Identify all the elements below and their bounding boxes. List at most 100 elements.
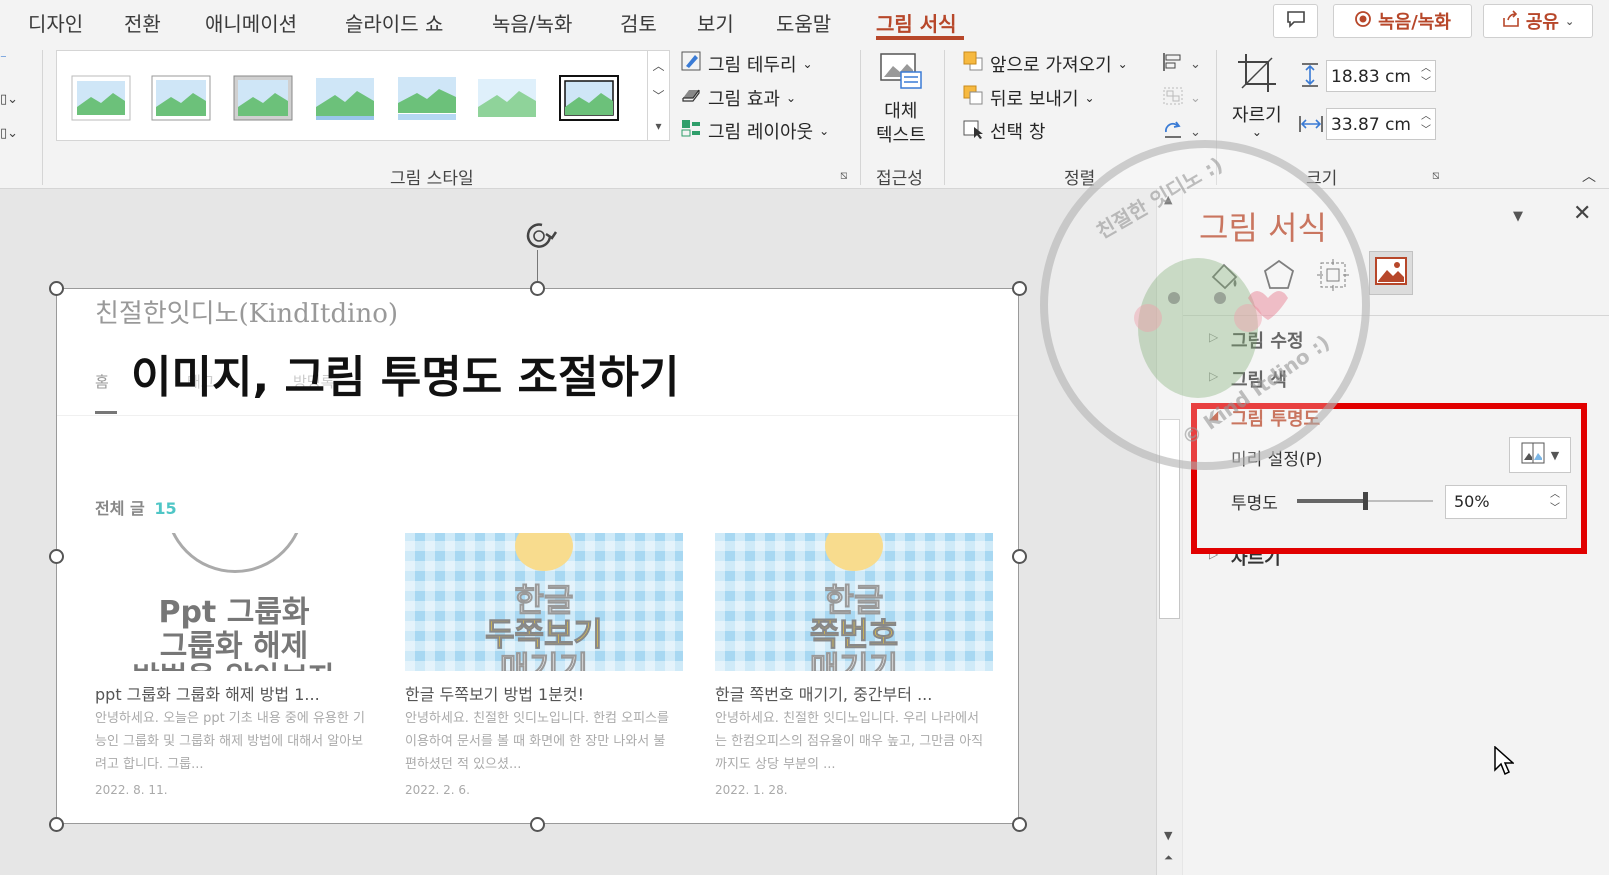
collapse-ribbon-icon[interactable]: ︿	[1582, 166, 1596, 186]
style-thumb-7[interactable]	[559, 75, 619, 121]
picture-effects-button[interactable]: 그림 효과 ⌄	[680, 84, 796, 111]
post-date: 2022. 1. 28.	[715, 783, 788, 797]
close-icon[interactable]: ✕	[1573, 201, 1591, 226]
chevron-down-icon[interactable]: ﹀	[648, 81, 669, 111]
post-title: 한글 두쪽보기 방법 1분컷!	[405, 685, 585, 704]
width-icon	[1298, 112, 1324, 140]
picture-layout-label: 그림 레이아웃	[708, 121, 814, 143]
comments-button[interactable]	[1273, 4, 1318, 38]
style-thumb-2[interactable]	[151, 75, 211, 121]
resize-handle-bottom[interactable]	[530, 817, 545, 832]
chevron-down-icon: ⌄	[1251, 125, 1262, 139]
picture-layout-button[interactable]: 그림 레이아웃 ⌄	[680, 117, 829, 144]
alt-text-label-line1: 대체	[884, 101, 918, 122]
resize-handle-top[interactable]	[530, 281, 545, 296]
gallery-scroll[interactable]: ︿ ﹀ ▾	[648, 50, 670, 141]
overlay-title: 이미지, 그림 투명도 조절하기	[131, 352, 680, 403]
picture-styles-gallery	[56, 50, 648, 141]
pen-icon	[680, 50, 702, 77]
dino-stamp	[165, 533, 305, 573]
width-spinner[interactable]: ︿ ﹀	[1421, 110, 1431, 138]
menu-bar: 디자인 전환 애니메이션 슬라이드 쇼 녹음/녹화 검토 보기 도움말 그림 서…	[0, 0, 1609, 44]
height-icon	[1298, 62, 1322, 92]
send-backward-button[interactable]: 뒤로 보내기 ⌄	[962, 84, 1095, 111]
ribbon-left-cutoff: ⁻	[0, 52, 7, 67]
group-separator	[860, 50, 861, 185]
share-icon	[1502, 9, 1520, 33]
menu-picture-format[interactable]: 그림 서식	[876, 8, 957, 37]
chevron-up-icon[interactable]: ︿	[648, 51, 669, 81]
nav-home-underline	[95, 411, 117, 414]
selection-pane-button[interactable]: 선택 창	[962, 117, 1045, 144]
menu-transitions[interactable]: 전환	[124, 8, 161, 37]
all-posts-heading: 전체 글 15	[95, 495, 177, 519]
group-separator	[42, 50, 43, 185]
chevron-down-icon: ⌄	[785, 90, 797, 105]
width-value: 33.87 cm	[1331, 115, 1411, 135]
resize-handle-bottom-right[interactable]	[1012, 817, 1027, 832]
blog-name: 친절한잇디노(KindItdino)	[95, 299, 399, 329]
align-button[interactable]: ⌄	[1162, 52, 1201, 76]
previous-slide-icon[interactable]: ⏶	[1164, 851, 1173, 865]
resize-handle-right[interactable]	[1012, 549, 1027, 564]
style-thumb-5[interactable]	[397, 75, 457, 121]
menu-animations[interactable]: 애니메이션	[205, 8, 297, 37]
alt-text-icon	[879, 52, 923, 95]
thumb-text-3: 매기기	[809, 649, 899, 672]
selection-pane-label: 선택 창	[990, 121, 1046, 143]
chick-face	[515, 533, 573, 571]
slide-divider	[57, 415, 1018, 416]
group-separator	[944, 50, 945, 185]
chevron-down-icon: ⌄	[819, 123, 830, 138]
post-title: 한글 쪽번호 매기기, 중간부터 ...	[715, 685, 933, 704]
menu-view[interactable]: 보기	[697, 8, 734, 37]
nav-home: 홈	[95, 373, 109, 391]
selection-pane-icon	[962, 117, 984, 144]
rotate-icon	[1162, 120, 1184, 144]
crop-button[interactable]: 자르기 ⌄	[1232, 52, 1282, 139]
chevron-down-icon: ⌄	[1564, 14, 1575, 28]
height-spinner[interactable]: ︿ ﹀	[1421, 62, 1431, 90]
resize-handle-bottom-left[interactable]	[49, 817, 64, 832]
post-thumbnail: 한글 쪽번호 매기기	[715, 533, 993, 671]
style-thumb-3[interactable]	[233, 75, 293, 121]
menu-record[interactable]: 녹음/녹화	[492, 8, 572, 37]
alt-text-button[interactable]: 대체 텍스트	[876, 52, 926, 147]
resize-handle-left[interactable]	[49, 549, 64, 564]
height-input[interactable]: 18.83 cm ︿ ﹀	[1326, 60, 1436, 92]
scroll-down-icon[interactable]: ▼	[1164, 829, 1172, 842]
picture-tab[interactable]	[1369, 251, 1413, 295]
bring-forward-button[interactable]: 앞으로 가져오기 ⌄	[962, 50, 1128, 77]
record-button[interactable]: 녹음/녹화	[1333, 4, 1472, 38]
dialog-launcher-icon[interactable]: ⧅	[1432, 168, 1440, 183]
style-thumb-6[interactable]	[477, 75, 537, 121]
share-button[interactable]: 공유 ⌄	[1483, 4, 1593, 38]
picture-border-button[interactable]: 그림 테두리 ⌄	[680, 50, 813, 77]
menu-design[interactable]: 디자인	[28, 8, 83, 37]
style-thumb-4[interactable]	[315, 75, 375, 121]
menu-slideshow[interactable]: 슬라이드 쇼	[345, 8, 443, 37]
selected-picture[interactable]: 친절한잇디노(KindItdino) 홈 태그 방명록 이미지, 그림 투명도 …	[56, 288, 1019, 824]
ribbon-left-cutoff-2: ▯⌄	[0, 92, 19, 107]
chick-face	[825, 533, 883, 571]
group-objects-button[interactable]: ⌄	[1162, 86, 1201, 110]
chevron-down-icon: ⌄	[1190, 56, 1201, 72]
style-thumb-1[interactable]	[71, 75, 131, 121]
pane-options-icon[interactable]: ▼	[1513, 209, 1523, 224]
accessibility-group-label: 접근성	[876, 169, 923, 189]
effects-icon	[680, 84, 702, 111]
chevron-down-icon: ⌄	[1084, 90, 1095, 105]
resize-handle-top-right[interactable]	[1012, 281, 1027, 296]
width-input[interactable]: 33.87 cm ︿ ﹀	[1326, 108, 1436, 140]
thumb-text-3: 방법을 알아보자	[95, 653, 373, 671]
all-posts-count: 15	[154, 499, 177, 518]
dialog-launcher-icon[interactable]: ⧅	[840, 168, 848, 183]
gallery-more-icon[interactable]: ▾	[648, 111, 669, 141]
post-title: ppt 그룹화 그룹화 해제 방법 1...	[95, 685, 320, 704]
menu-review[interactable]: 검토	[620, 8, 657, 37]
menu-help[interactable]: 도움말	[776, 8, 831, 37]
rotation-handle-icon[interactable]	[520, 218, 560, 258]
watermark-stamp: 친절한 잇디노 :) © Kind Itdino :)	[1040, 140, 1370, 470]
resize-handle-top-left[interactable]	[49, 281, 64, 296]
all-posts-label: 전체 글	[95, 499, 145, 518]
